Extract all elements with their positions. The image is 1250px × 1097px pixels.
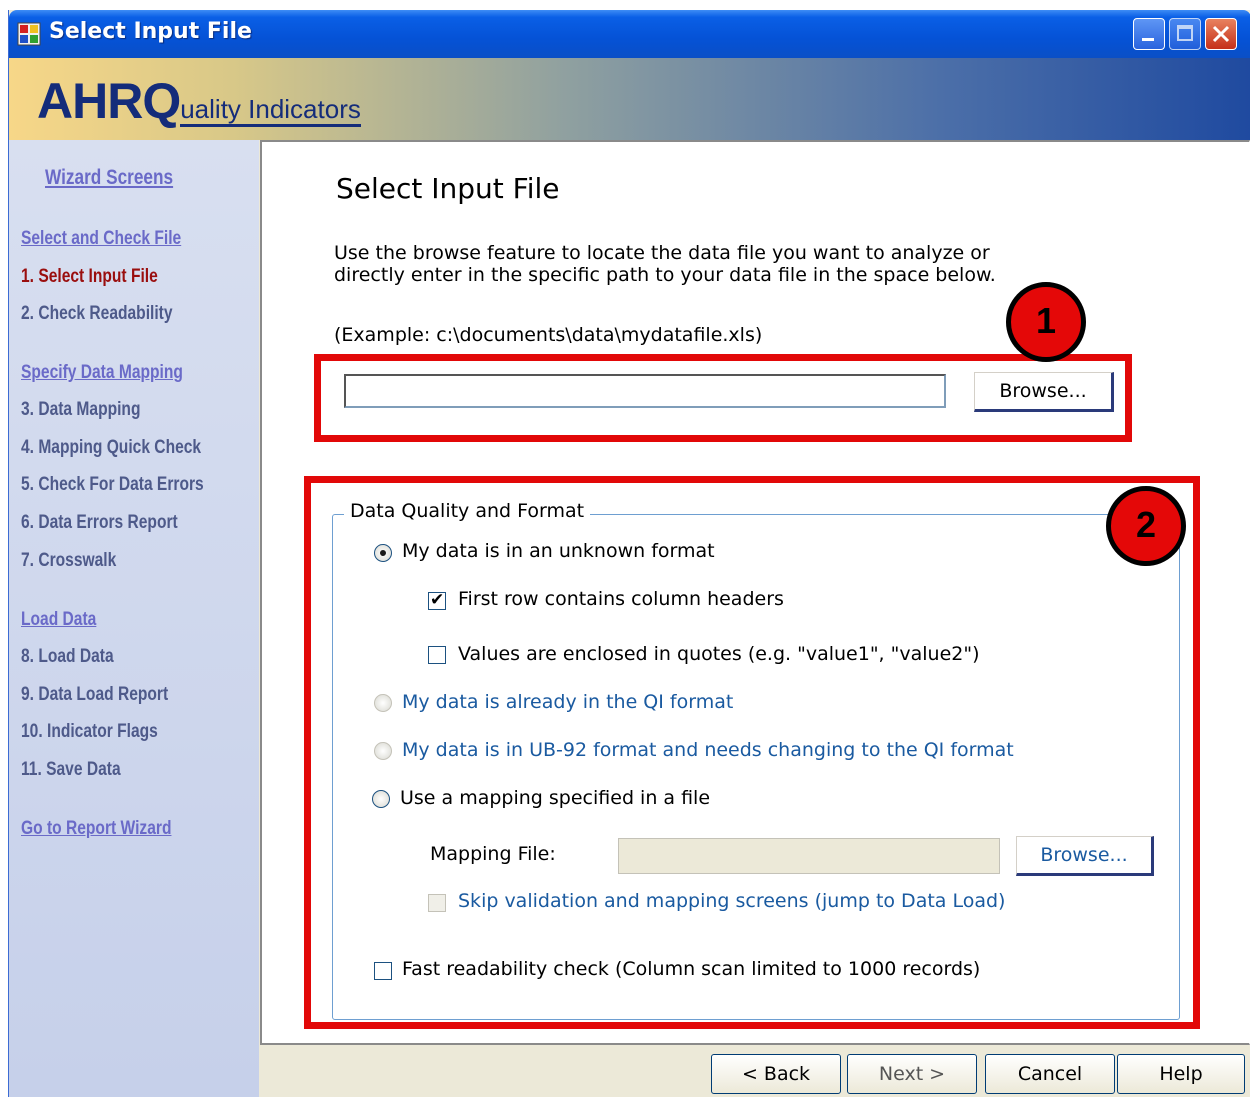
logo-quality-indicators: uality Indicators xyxy=(180,94,361,127)
back-button[interactable]: < Back xyxy=(711,1054,841,1094)
callout-badge-1: 1 xyxy=(1006,282,1086,362)
maximize-button[interactable] xyxy=(1169,18,1201,50)
title-bar[interactable]: Select Input File xyxy=(9,10,1250,58)
highlight-box-1 xyxy=(314,354,1132,442)
page-title: Select Input File xyxy=(336,172,560,205)
sidebar-item-mapping-quick-check[interactable]: 4. Mapping Quick Check xyxy=(21,437,201,459)
example-path: (Example: c:\documents\data\mydatafile.x… xyxy=(334,324,763,346)
wizard-sidebar: Wizard Screens Select and Check File 1. … xyxy=(9,140,259,1097)
content-pane: Select Input File Use the browse feature… xyxy=(260,140,1250,1045)
callout-badge-2: 2 xyxy=(1106,486,1186,566)
description-line-1: Use the browse feature to locate the dat… xyxy=(334,242,990,264)
report-wizard-link[interactable]: Go to Report Wizard xyxy=(21,818,171,840)
sidebar-item-data-errors-report[interactable]: 6. Data Errors Report xyxy=(21,512,178,534)
sidebar-section-load-data[interactable]: Load Data xyxy=(21,609,96,631)
highlight-box-2 xyxy=(304,476,1200,1029)
ahrq-logo: AHRQuality Indicators xyxy=(37,72,361,130)
sidebar-item-crosswalk[interactable]: 7. Crosswalk xyxy=(21,550,116,572)
window-title: Select Input File xyxy=(49,19,252,44)
sidebar-title[interactable]: Wizard Screens xyxy=(45,166,173,190)
sidebar-item-data-mapping[interactable]: 3. Data Mapping xyxy=(21,399,140,421)
minimize-button[interactable] xyxy=(1133,18,1165,50)
sidebar-item-check-data-errors[interactable]: 5. Check For Data Errors xyxy=(21,474,204,496)
sidebar-item-check-readability[interactable]: 2. Check Readability xyxy=(21,303,173,325)
cancel-button[interactable]: Cancel xyxy=(985,1054,1115,1094)
close-button[interactable] xyxy=(1205,18,1237,50)
logo-ahrq: AHRQ xyxy=(37,73,181,129)
help-button[interactable]: Help xyxy=(1117,1054,1245,1094)
sidebar-item-data-load-report[interactable]: 9. Data Load Report xyxy=(21,684,168,706)
sidebar-item-indicator-flags[interactable]: 10. Indicator Flags xyxy=(21,721,158,743)
next-button[interactable]: Next > xyxy=(847,1054,977,1094)
sidebar-section-data-mapping[interactable]: Specify Data Mapping xyxy=(21,362,183,384)
sidebar-section-select-check[interactable]: Select and Check File xyxy=(21,228,181,250)
description-line-2: directly enter in the specific path to y… xyxy=(334,264,996,286)
ahrq-banner: AHRQuality Indicators xyxy=(9,58,1250,140)
close-icon xyxy=(1212,25,1230,43)
sidebar-item-select-input-file[interactable]: 1. Select Input File xyxy=(21,266,158,288)
maximize-icon xyxy=(1177,25,1193,41)
select-input-file-window: Select Input File AHRQuality Indicators … xyxy=(8,10,1250,1097)
sidebar-item-save-data[interactable]: 11. Save Data xyxy=(21,759,121,781)
minimize-icon xyxy=(1142,38,1154,41)
app-icon xyxy=(17,22,41,46)
sidebar-item-load-data[interactable]: 8. Load Data xyxy=(21,646,114,668)
